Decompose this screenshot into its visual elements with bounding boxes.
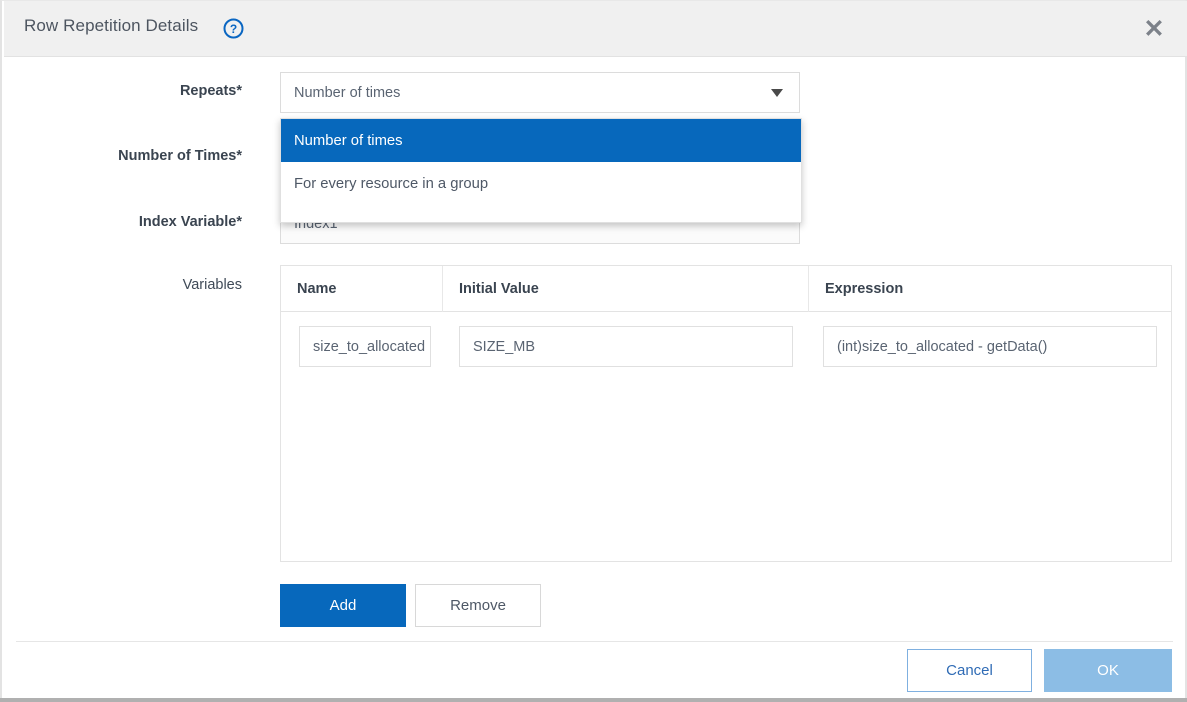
variables-label: Variables	[2, 277, 242, 293]
dropdown-option-number-of-times[interactable]: Number of times	[281, 119, 801, 162]
column-header-name: Name	[281, 266, 443, 312]
variables-table-header: Name Initial Value Expression	[281, 266, 1171, 312]
remove-button[interactable]: Remove	[415, 584, 541, 627]
add-button[interactable]: Add	[280, 584, 406, 627]
column-header-initial-value: Initial Value	[443, 266, 809, 312]
variable-expression-input[interactable]: (int)size_to_allocated - getData()	[823, 326, 1157, 367]
dropdown-option-for-every-resource[interactable]: For every resource in a group	[281, 162, 801, 205]
variable-initial-value-input[interactable]: SIZE_MB	[459, 326, 793, 367]
window-bottom-strip	[0, 698, 1187, 702]
column-header-expression: Expression	[809, 266, 1173, 312]
cancel-button[interactable]: Cancel	[907, 649, 1032, 692]
row-repetition-dialog: Row Repetition Details ? ✕ Repeats* Numb…	[0, 0, 1187, 698]
number-of-times-label: Number of Times*	[2, 148, 242, 164]
repeats-dropdown-list[interactable]: Number of times For every resource in a …	[280, 118, 802, 223]
variables-table: Name Initial Value Expression size_to_al…	[280, 265, 1172, 562]
index-variable-label: Index Variable*	[2, 214, 242, 230]
ok-button[interactable]: OK	[1044, 649, 1172, 692]
help-circle-icon[interactable]: ?	[223, 18, 244, 39]
dialog-titlebar: Row Repetition Details ? ✕	[4, 1, 1187, 57]
repeats-select[interactable]: Number of times	[280, 72, 800, 113]
repeats-label: Repeats*	[2, 83, 242, 99]
repeats-select-value: Number of times	[294, 85, 400, 101]
close-icon[interactable]: ✕	[1139, 14, 1169, 44]
chevron-down-icon	[771, 89, 783, 97]
dialog-title: Row Repetition Details	[24, 16, 198, 36]
svg-text:?: ?	[230, 22, 237, 36]
variable-name-input[interactable]: size_to_allocated	[299, 326, 431, 367]
footer-separator	[16, 641, 1173, 642]
